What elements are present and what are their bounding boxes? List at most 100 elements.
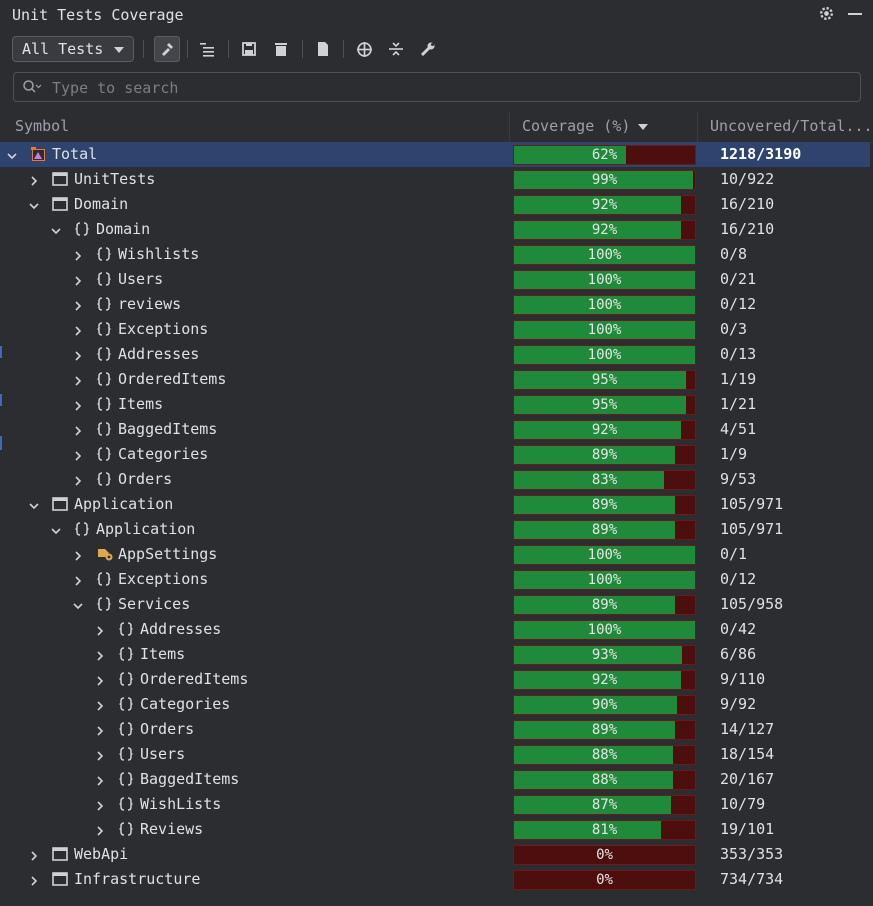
column-header-coverage[interactable]: Coverage (%) — [522, 117, 649, 135]
chevron-right-icon[interactable] — [94, 798, 106, 811]
namespace-icon — [118, 621, 134, 637]
table-row[interactable]: Total 62% 1218/3190 — [0, 142, 870, 167]
chevron-down-icon[interactable] — [6, 148, 18, 160]
namespace-icon — [96, 571, 112, 587]
search-input[interactable] — [50, 77, 834, 99]
locate-button[interactable] — [353, 38, 375, 60]
uncovered-total: 9/92 — [720, 695, 757, 713]
minimize-icon[interactable] — [847, 6, 863, 26]
table-row[interactable]: Exceptions 100% 0/12 — [0, 567, 870, 592]
table-row[interactable]: Orders 83% 9/53 — [0, 467, 870, 492]
chevron-down-icon[interactable] — [28, 198, 40, 210]
coverage-percent: 100% — [587, 347, 622, 363]
chevron-down-icon[interactable] — [28, 498, 40, 510]
coverage-percent: 89% — [591, 722, 618, 738]
panel-title: Unit Tests Coverage — [12, 6, 184, 24]
table-row[interactable]: Items 95% 1/21 — [0, 392, 870, 417]
chevron-right-icon[interactable] — [28, 173, 40, 186]
chevron-right-icon[interactable] — [94, 698, 106, 711]
chevron-right-icon[interactable] — [72, 373, 84, 386]
table-row[interactable]: BaggedItems 92% 4/51 — [0, 417, 870, 442]
chevron-right-icon[interactable] — [94, 723, 106, 736]
chevron-right-icon[interactable] — [72, 323, 84, 336]
table-row[interactable]: Items 93% 6/86 — [0, 642, 870, 667]
chevron-right-icon[interactable] — [72, 573, 84, 586]
collapse-all-button[interactable] — [385, 38, 407, 60]
settings-button[interactable] — [417, 38, 439, 60]
export-button[interactable] — [238, 38, 260, 60]
chevron-right-icon[interactable] — [94, 748, 106, 761]
coverage-percent: 100% — [587, 322, 622, 338]
chevron-right-icon[interactable] — [72, 248, 84, 261]
table-row[interactable]: Services 89% 105/958 — [0, 592, 870, 617]
uncovered-total: 0/12 — [720, 570, 757, 588]
namespace-icon — [118, 746, 134, 762]
symbol-label: Domain — [74, 195, 129, 213]
collapse-icon — [389, 42, 403, 56]
chevron-right-icon[interactable] — [72, 473, 84, 486]
table-row[interactable]: Addresses 100% 0/13 — [0, 342, 870, 367]
table-row[interactable]: WishLists 87% 10/79 — [0, 792, 870, 817]
table-row[interactable]: Application 89% 105/971 — [0, 517, 870, 542]
highlight-coverage-button[interactable] — [154, 36, 180, 62]
table-row[interactable]: Users 100% 0/21 — [0, 267, 870, 292]
coverage-bar: 81% — [513, 820, 696, 840]
symbol-label: reviews — [118, 295, 182, 313]
symbol-label: BaggedItems — [118, 420, 218, 438]
table-row[interactable]: Wishlists 100% 0/8 — [0, 242, 870, 267]
import-snapshot-button[interactable] — [312, 38, 334, 60]
table-row[interactable]: reviews 100% 0/12 — [0, 292, 870, 317]
table-row[interactable]: Exceptions 100% 0/3 — [0, 317, 870, 342]
table-row[interactable]: UnitTests 99% 10/922 — [0, 167, 870, 192]
flatten-tree-button[interactable] — [196, 38, 218, 60]
column-header-uncovered[interactable]: Uncovered/Total... — [710, 117, 873, 135]
chevron-down-icon[interactable] — [50, 223, 62, 235]
chevron-down-icon[interactable] — [72, 598, 84, 610]
chevron-right-icon[interactable] — [72, 398, 84, 411]
table-row[interactable]: OrderedItems 95% 1/19 — [0, 367, 870, 392]
namespace-icon — [118, 646, 134, 662]
column-divider[interactable] — [509, 112, 510, 142]
chevron-right-icon[interactable] — [94, 623, 106, 636]
chevron-right-icon[interactable] — [72, 448, 84, 461]
gear-icon[interactable] — [818, 5, 835, 26]
chevron-down-icon[interactable] — [50, 523, 62, 535]
table-row[interactable]: Infrastructure 0% 734/734 — [0, 867, 870, 892]
clear-button[interactable] — [270, 38, 292, 60]
chevron-right-icon[interactable] — [72, 423, 84, 436]
chevron-right-icon[interactable] — [28, 848, 40, 861]
chevron-right-icon[interactable] — [94, 773, 106, 786]
table-row[interactable]: OrderedItems 92% 9/110 — [0, 667, 870, 692]
table-row[interactable]: BaggedItems 88% 20/167 — [0, 767, 870, 792]
uncovered-total: 105/958 — [720, 595, 784, 613]
chevron-right-icon[interactable] — [94, 648, 106, 661]
chevron-right-icon[interactable] — [72, 348, 84, 361]
coverage-percent: 99% — [591, 172, 618, 188]
table-row[interactable]: Orders 89% 14/127 — [0, 717, 870, 742]
toolbar-divider — [143, 40, 144, 58]
column-divider[interactable] — [697, 112, 698, 142]
coverage-bar: 0% — [513, 870, 696, 890]
table-row[interactable]: Reviews 81% 19/101 — [0, 817, 870, 842]
table-row[interactable]: Users 88% 18/154 — [0, 742, 870, 767]
coverage-bar: 88% — [513, 745, 696, 765]
table-row[interactable]: Domain 92% 16/210 — [0, 192, 870, 217]
table-row[interactable]: Categories 90% 9/92 — [0, 692, 870, 717]
table-row[interactable]: Application 89% 105/971 — [0, 492, 870, 517]
uncovered-total: 18/154 — [720, 745, 775, 763]
chevron-right-icon[interactable] — [28, 873, 40, 886]
chevron-right-icon[interactable] — [72, 273, 84, 286]
table-row[interactable]: Categories 89% 1/9 — [0, 442, 870, 467]
column-header-symbol[interactable]: Symbol — [15, 117, 69, 135]
table-row[interactable]: Addresses 100% 0/42 — [0, 617, 870, 642]
flatten-icon — [200, 43, 214, 57]
table-row[interactable]: WebApi 0% 353/353 — [0, 842, 870, 867]
test-filter-dropdown[interactable]: All Tests — [12, 36, 134, 62]
coverage-bar: 100% — [513, 295, 696, 315]
table-row[interactable]: Domain 92% 16/210 — [0, 217, 870, 242]
table-row[interactable]: AppSettings 100% 0/1 — [0, 542, 870, 567]
chevron-right-icon[interactable] — [72, 548, 84, 561]
chevron-right-icon[interactable] — [72, 298, 84, 311]
chevron-right-icon[interactable] — [94, 823, 106, 836]
chevron-right-icon[interactable] — [94, 673, 106, 686]
